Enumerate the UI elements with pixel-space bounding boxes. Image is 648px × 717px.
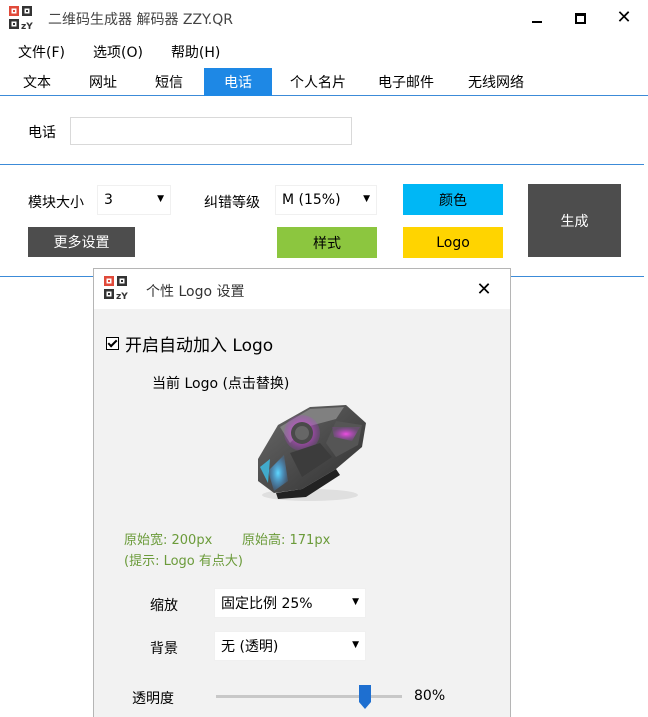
current-logo-label: 当前 Logo (点击替换) <box>152 376 290 392</box>
dialog-title: 个性 Logo 设置 <box>146 284 245 300</box>
svg-text:zY: zY <box>116 292 128 301</box>
module-size-label: 模块大小 <box>28 195 84 211</box>
close-icon: ✕ <box>616 7 632 28</box>
original-width-info: 原始宽: 200px <box>124 533 213 548</box>
opacity-slider[interactable] <box>216 683 402 709</box>
dialog-close-button[interactable]: ✕ <box>470 277 498 301</box>
logo-button[interactable]: Logo <box>403 227 503 258</box>
tab-email[interactable]: 电子邮件 <box>368 68 444 96</box>
checkbox-checked-icon <box>106 337 119 350</box>
background-label: 背景 <box>150 641 178 657</box>
menu-help[interactable]: 帮助(H) <box>153 38 230 64</box>
menu-file[interactable]: 文件(F) <box>0 38 75 64</box>
opacity-value: 80% <box>414 688 446 704</box>
module-size-select[interactable]: 3 ▼ <box>97 185 171 215</box>
logo-size-hint: (提示: Logo 有点大) <box>124 554 243 569</box>
title-bar: zY 二维码生成器 解码器 ZZY.QR ✕ <box>0 0 648 36</box>
tab-text[interactable]: 文本 <box>12 68 62 96</box>
dropdown-arrow-icon: ▼ <box>157 194 164 204</box>
original-height-info: 原始高: 171px <box>242 533 331 548</box>
ecc-select[interactable]: M (15%) ▼ <box>275 185 377 215</box>
maximize-icon <box>574 12 586 24</box>
close-button[interactable]: ✕ <box>600 0 648 36</box>
style-button[interactable]: 样式 <box>277 227 377 258</box>
tab-vcard[interactable]: 个人名片 <box>280 68 356 96</box>
phone-label: 电话 <box>28 125 56 141</box>
auto-add-logo-label: 开启自动加入 Logo <box>125 336 274 356</box>
ecc-value: M (15%) <box>282 192 341 208</box>
zoom-value: 固定比例 25% <box>221 596 313 612</box>
menu-options[interactable]: 选项(O) <box>75 38 153 64</box>
window-title: 二维码生成器 解码器 ZZY.QR <box>48 12 233 28</box>
tab-sms[interactable]: 短信 <box>144 68 194 96</box>
divider <box>511 276 644 277</box>
tab-url[interactable]: 网址 <box>78 68 128 96</box>
background-select[interactable]: 无 (透明) ▼ <box>214 631 366 661</box>
ecc-label: 纠错等级 <box>204 195 260 211</box>
module-size-value: 3 <box>104 192 113 208</box>
menu-bar: 文件(F) 选项(O) 帮助(H) <box>0 38 230 64</box>
zoom-select[interactable]: 固定比例 25% ▼ <box>214 588 366 618</box>
background-value: 无 (透明) <box>221 639 279 655</box>
more-settings-button[interactable]: 更多设置 <box>28 227 135 257</box>
tab-phone[interactable]: 电话 <box>204 68 272 96</box>
minimize-icon <box>532 21 542 23</box>
dropdown-arrow-icon: ▼ <box>352 640 359 650</box>
color-button[interactable]: 颜色 <box>403 184 503 215</box>
svg-text:zY: zY <box>21 22 33 31</box>
gaming-mouse-image[interactable] <box>240 397 376 505</box>
dialog-title-bar: zY 个性 Logo 设置 ✕ <box>94 269 510 309</box>
tab-bar: 文本 网址 短信 电话 个人名片 电子邮件 无线网络 <box>0 68 648 96</box>
opacity-label: 透明度 <box>132 691 174 707</box>
minimize-button[interactable] <box>513 0 561 36</box>
close-icon: ✕ <box>476 278 492 300</box>
dropdown-arrow-icon: ▼ <box>363 194 370 204</box>
auto-add-logo-checkbox[interactable]: 开启自动加入 Logo <box>106 331 273 356</box>
slider-thumb[interactable] <box>358 685 371 709</box>
logo-settings-dialog: zY 个性 Logo 设置 ✕ 开启自动加入 Logo 当前 Logo (点击替… <box>93 268 511 717</box>
dropdown-arrow-icon: ▼ <box>352 597 359 607</box>
tab-wifi[interactable]: 无线网络 <box>458 68 534 96</box>
generate-button[interactable]: 生成 <box>528 184 621 257</box>
slider-track <box>216 695 402 698</box>
phone-input[interactable] <box>70 117 352 145</box>
divider <box>0 276 93 277</box>
qr-app-icon: zY <box>9 6 33 31</box>
zoom-label: 缩放 <box>150 598 178 614</box>
maximize-button[interactable] <box>556 0 604 36</box>
divider <box>0 164 644 165</box>
qr-app-icon: zY <box>104 276 128 301</box>
